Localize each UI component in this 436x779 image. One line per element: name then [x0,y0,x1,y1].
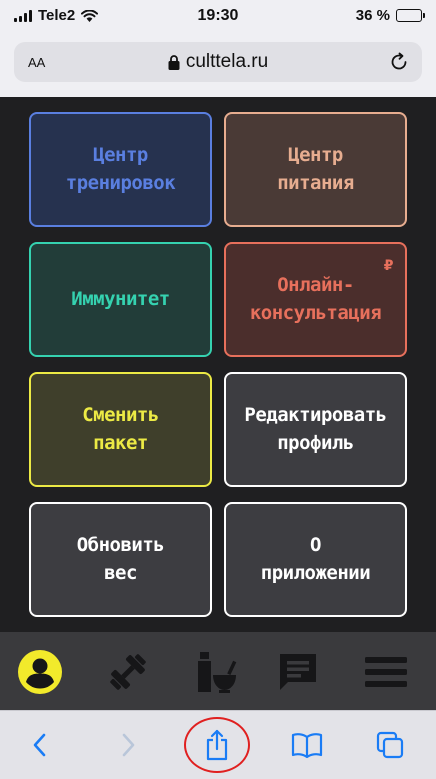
tile-nutrition-center[interactable]: Центр питания [224,112,407,227]
nutrition-icon [198,652,237,693]
chat-icon [280,654,316,690]
tab-menu[interactable] [362,648,410,696]
bookmarks-button[interactable] [289,727,325,763]
menu-icon [365,657,407,687]
tile-change-package[interactable]: Сменить пакет [29,372,212,487]
reload-icon[interactable] [388,51,410,73]
address-bar[interactable]: AA culttela.ru [14,42,422,82]
browser-toolbar [0,710,436,779]
share-button[interactable] [199,727,235,763]
url-display[interactable]: culttela.ru [14,51,422,73]
forward-button[interactable] [110,727,146,763]
tile-label: Иммунитет [71,287,170,310]
tabs-button[interactable] [372,727,408,763]
tile-training-center[interactable]: Центр тренировок [29,112,212,227]
battery-info: 36 % [355,7,425,24]
back-button[interactable] [22,727,58,763]
profile-icon [18,650,62,694]
bookmarks-icon [291,733,323,759]
battery-percent: 36 % [355,7,390,24]
tile-label: О приложении [260,533,371,584]
tab-profile[interactable] [16,648,64,696]
lock-icon [168,54,180,70]
tabs-icon [376,731,404,759]
tile-label: Сменить пакет [82,403,159,454]
tile-label: Центр питания [277,143,354,194]
tile-edit-profile[interactable]: Редактировать профиль [224,372,407,487]
browser-chrome: Tele2 19:30 36 % AA culttela.ru [0,0,436,97]
dumbbell-icon [110,654,146,690]
tile-online-consultation[interactable]: Онлайн- консультация ₽ [224,242,407,357]
tab-workouts[interactable] [104,648,152,696]
share-icon [206,729,228,761]
app-tab-bar [0,632,436,710]
tile-immunity[interactable]: Иммунитет [29,242,212,357]
tile-label: Центр тренировок [65,143,176,194]
back-icon [33,733,46,757]
forward-icon [122,733,135,757]
tile-about-app[interactable]: О приложении [224,502,407,617]
tile-label: Редактировать профиль [244,403,387,454]
tile-label: Обновить вес [76,533,165,584]
paid-badge: ₽ [383,258,394,274]
battery-icon [396,9,425,22]
status-bar: Tele2 19:30 36 % [0,0,436,36]
menu-grid: Центр тренировок Центр питания Иммунитет… [0,97,436,632]
tile-update-weight[interactable]: Обновить вес [29,502,212,617]
tab-nutrition[interactable] [192,648,240,696]
tile-label: Онлайн- консультация [249,273,382,324]
url-text: culttela.ru [185,51,269,72]
tab-chat[interactable] [274,648,322,696]
